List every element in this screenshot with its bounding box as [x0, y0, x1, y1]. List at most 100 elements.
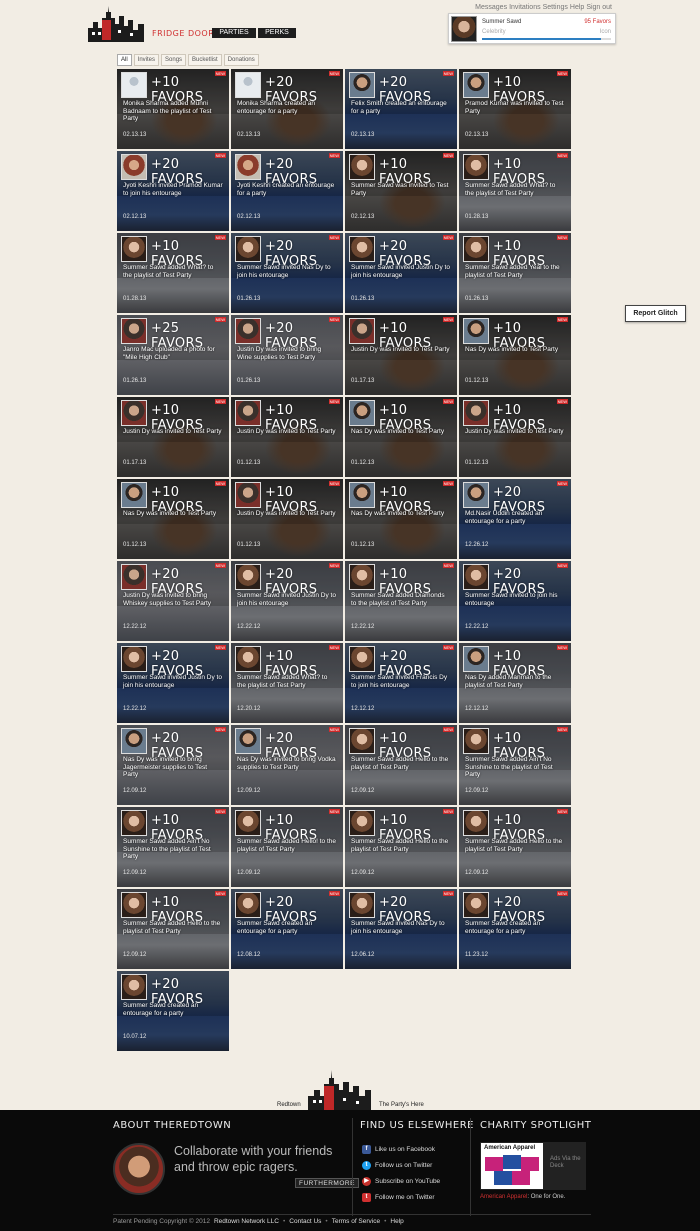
- feed-tile[interactable]: +10 FAVORS NEW Nas Dy was invited to Test …: [117, 479, 229, 559]
- feed-tile[interactable]: +20 FAVORS NEW Summer Sawd invited to join…: [459, 561, 571, 641]
- new-badge: NEW: [214, 891, 226, 896]
- top-link-sign-out[interactable]: Sign out: [586, 4, 612, 11]
- activity-text: Summer Sawd added What? to the playlist …: [465, 182, 556, 197]
- activity-date: 12.09.12: [465, 788, 489, 794]
- feed-tile[interactable]: +25 FAVORS NEW Janro Mac uploaded a photo …: [117, 315, 229, 395]
- redtown-logo[interactable]: [88, 6, 144, 42]
- activity-date: 12.26.12: [465, 542, 489, 548]
- nav-parties[interactable]: PARTIES: [212, 28, 256, 38]
- footer-divider: [470, 1118, 471, 1216]
- filter-invites[interactable]: Invites: [133, 54, 160, 66]
- activity-text: Summer Sawd added Hello to the playlist …: [123, 920, 221, 935]
- activity-date: 01.12.13: [237, 542, 261, 548]
- user-favors: 95 Favors: [584, 19, 611, 25]
- feed-tile[interactable]: +10 FAVORS NEW Summer Sawd added What? to …: [117, 233, 229, 313]
- feed-tile[interactable]: +20 FAVORS NEW Summer Sawd created an ento…: [459, 889, 571, 969]
- feed-tile[interactable]: +20 FAVORS NEW Justin Dy was invited to br…: [231, 315, 343, 395]
- feed-tile[interactable]: +10 FAVORS NEW Summer Sawd added Hello! to…: [231, 807, 343, 887]
- feed-tile[interactable]: +10 FAVORS NEW Nas Dy was invited to Test …: [459, 315, 571, 395]
- charity-ad[interactable]: American Apparel Ads Via the Deck: [480, 1142, 586, 1190]
- feed-tile[interactable]: +10 FAVORS NEW Summer Sawd added Hello to …: [117, 889, 229, 969]
- feed-tile[interactable]: +10 FAVORS NEW Summer Sawd added Yeal to t…: [459, 233, 571, 313]
- report-glitch-button[interactable]: Report Glitch: [625, 305, 686, 322]
- top-link-settings[interactable]: Settings: [543, 4, 568, 11]
- feed-tile[interactable]: +10 FAVORS NEW Summer Sawd added Diamonds …: [345, 561, 457, 641]
- feed-tile[interactable]: +10 FAVORS NEW Monika Sharma added Munni B…: [117, 69, 229, 149]
- feed-tile[interactable]: +10 FAVORS NEW Summer Sawd added Ain't No …: [117, 807, 229, 887]
- brand-name[interactable]: FRIDGE DOOR: [152, 29, 214, 38]
- feed-tile[interactable]: +20 FAVORS NEW Jyoti Keshri invited Pramod…: [117, 151, 229, 231]
- filter-bucketlist[interactable]: Bucketlist: [188, 54, 222, 66]
- avatar: [349, 318, 375, 344]
- feed-tile[interactable]: +10 FAVORS NEW Nas Dy added Manman to the …: [459, 643, 571, 723]
- contact-link[interactable]: Contact Us: [289, 1218, 321, 1225]
- feed-tile[interactable]: +20 FAVORS NEW Summer Sawd invited Justin …: [345, 233, 457, 313]
- feed-tile[interactable]: +10 FAVORS NEW Summer Sawd added Hello to …: [345, 807, 457, 887]
- activity-text: Justin Dy was invited to Test Party: [465, 428, 564, 435]
- user-card[interactable]: Summer Sawd 95 Favors Celebrity Icon: [448, 13, 616, 44]
- feed-tile[interactable]: +10 FAVORS NEW Nas Dy was invited to Test …: [345, 397, 457, 477]
- feed-tile[interactable]: +20 FAVORS NEW Nas Dy was invited to bring…: [117, 725, 229, 805]
- footer-bottom: Patent Pending Copyright © 2012 Redtown …: [113, 1218, 404, 1225]
- feed-tile[interactable]: +10 FAVORS NEW Justin Dy was invited to Te…: [117, 397, 229, 477]
- feed-tile[interactable]: +10 FAVORS NEW Summer Sawd added Hello to …: [459, 807, 571, 887]
- social-link[interactable]: t Follow me on Twitter: [362, 1193, 434, 1202]
- social-link[interactable]: t Follow us on Twitter: [362, 1161, 432, 1170]
- feed-tile[interactable]: +20 FAVORS NEW Jyoti Keshri created an ent…: [231, 151, 343, 231]
- feed-tile[interactable]: +20 FAVORS NEW Summer Sawd invited Justin …: [117, 643, 229, 723]
- activity-date: 01.28.13: [123, 296, 147, 302]
- filter-donations[interactable]: Donations: [223, 54, 259, 66]
- feed-tile[interactable]: +10 FAVORS NEW Justin Dy was invited to Te…: [231, 397, 343, 477]
- feed-tile[interactable]: +10 FAVORS NEW Summer Sawd was invited to …: [345, 151, 457, 231]
- activity-date: 02.12.13: [237, 214, 261, 220]
- help-link[interactable]: Help: [390, 1218, 403, 1225]
- feed-tile[interactable]: +20 FAVORS NEW Summer Sawd invited Justin …: [231, 561, 343, 641]
- feed-tile[interactable]: +20 FAVORS NEW Felix Smith created an ento…: [345, 69, 457, 149]
- feed-tile[interactable]: +10 FAVORS NEW Summer Sawd added What? to …: [231, 643, 343, 723]
- activity-date: 12.22.12: [465, 624, 489, 630]
- feed-tile[interactable]: +20 FAVORS NEW Summer Sawd invited Nas Dy …: [345, 889, 457, 969]
- feed-tile[interactable]: +20 FAVORS NEW Md.Nasir Uddin created an e…: [459, 479, 571, 559]
- social-link[interactable]: ▶ Subscribe on YouTube: [362, 1177, 440, 1186]
- avatar: [463, 564, 489, 590]
- feed-tile[interactable]: +10 FAVORS NEW Summer Sawd added Ain't No …: [459, 725, 571, 805]
- activity-text: Summer Sawd added Ain't No Sunshine to t…: [123, 838, 211, 860]
- company-link[interactable]: Redtown Network LLC: [214, 1218, 279, 1225]
- avatar: [235, 400, 261, 426]
- activity-date: 01.12.13: [351, 460, 375, 466]
- filter-all[interactable]: All: [117, 54, 132, 66]
- furthermore-button[interactable]: FURTHERMORE: [295, 1178, 359, 1188]
- feed-tile[interactable]: +20 FAVORS NEW Summer Sawd created an ento…: [231, 889, 343, 969]
- avatar: [349, 728, 375, 754]
- feed-tile[interactable]: +10 FAVORS NEW Justin Dy was invited to Te…: [459, 397, 571, 477]
- feed-tile[interactable]: +10 FAVORS NEW Summer Sawd added What? to …: [459, 151, 571, 231]
- feed-tile[interactable]: +10 FAVORS NEW Justin Dy was invited to Te…: [231, 479, 343, 559]
- activity-date: 12.09.12: [237, 870, 261, 876]
- social-link[interactable]: f Like us on Facebook: [362, 1145, 435, 1154]
- filter-songs[interactable]: Songs: [161, 54, 187, 66]
- feed-tile[interactable]: +10 FAVORS NEW Justin Dy was invited to Te…: [345, 315, 457, 395]
- feed-tile[interactable]: +10 FAVORS NEW Summer Sawd added Hello to …: [345, 725, 457, 805]
- new-badge: NEW: [214, 645, 226, 650]
- nav-perks[interactable]: PERKS: [258, 28, 296, 38]
- top-link-help[interactable]: Help: [570, 4, 584, 11]
- charity-caption[interactable]: American Apparel: One for One.: [480, 1194, 565, 1200]
- feed-tile[interactable]: +20 FAVORS NEW Monika Sharma created an en…: [231, 69, 343, 149]
- footer-divider: [352, 1118, 353, 1216]
- new-badge: NEW: [556, 399, 568, 404]
- avatar: [235, 154, 261, 180]
- feed-tile[interactable]: +20 FAVORS Summer Sawd created an entoura…: [117, 971, 229, 1051]
- top-link-invitations[interactable]: Invitations: [509, 4, 541, 11]
- feed-tile[interactable]: +20 FAVORS NEW Nas Dy was invited to bring…: [231, 725, 343, 805]
- feed-tile[interactable]: +10 FAVORS NEW Pramod Kumar was invited to…: [459, 69, 571, 149]
- feed-tile[interactable]: +10 FAVORS NEW Nas Dy was invited to Test …: [345, 479, 457, 559]
- new-badge: NEW: [556, 71, 568, 76]
- top-link-messages[interactable]: Messages: [475, 4, 507, 11]
- terms-link[interactable]: Terms of Service: [332, 1218, 380, 1225]
- feed-tile[interactable]: +20 FAVORS NEW Summer Sawd invited Francis…: [345, 643, 457, 723]
- activity-text: Summer Sawd added Yeal to the playlist o…: [465, 264, 560, 279]
- activity-date: 12.09.12: [465, 870, 489, 876]
- footer-logo[interactable]: [308, 1070, 371, 1110]
- feed-tile[interactable]: +20 FAVORS NEW Summer Sawd invited Nas Dy …: [231, 233, 343, 313]
- feed-tile[interactable]: +20 FAVORS NEW Justin Dy was invited to br…: [117, 561, 229, 641]
